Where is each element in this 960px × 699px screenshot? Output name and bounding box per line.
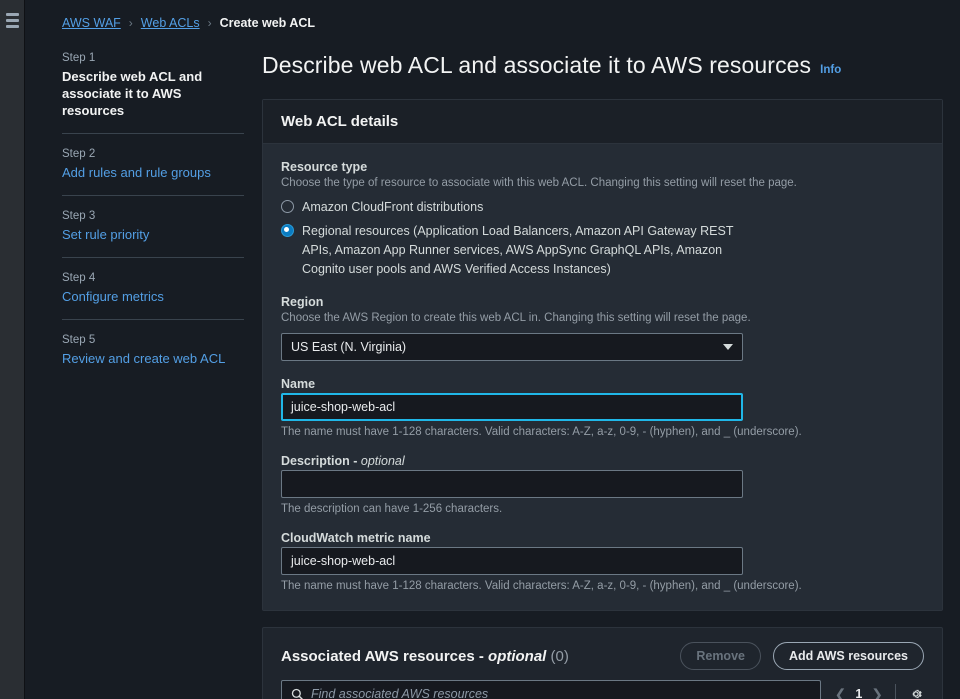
name-input[interactable]: juice-shop-web-acl xyxy=(281,393,743,421)
associated-resources-actions: Remove Add AWS resources xyxy=(680,642,924,670)
body-wrapper: Step 1 Describe web ACL and associate it… xyxy=(25,30,960,699)
associated-optional-text: optional xyxy=(488,648,546,665)
wizard-steps-sidebar: Step 1 Describe web ACL and associate it… xyxy=(62,52,262,699)
search-placeholder: Find associated AWS resources xyxy=(311,687,488,699)
region-select[interactable]: US East (N. Virginia) xyxy=(281,333,743,361)
sidebar-step-5[interactable]: Step 5 Review and create web ACL xyxy=(62,319,244,367)
breadcrumb-separator-icon: › xyxy=(129,16,133,30)
step-number: Step 4 xyxy=(62,272,244,284)
info-link[interactable]: Info xyxy=(820,64,841,76)
hamburger-menu-icon[interactable] xyxy=(0,13,25,28)
main-column: Describe web ACL and associate it to AWS… xyxy=(262,52,960,699)
divider xyxy=(895,684,896,699)
hamburger-line xyxy=(6,13,19,16)
step-number: Step 3 xyxy=(62,210,244,222)
region-description: Choose the AWS Region to create this web… xyxy=(281,311,924,326)
description-label-text: Description - xyxy=(281,454,361,468)
sidebar-step-3[interactable]: Step 3 Set rule priority xyxy=(62,195,244,243)
breadcrumb-separator-icon: › xyxy=(208,16,212,30)
page-title: Describe web ACL and associate it to AWS… xyxy=(262,52,811,79)
gear-icon[interactable] xyxy=(908,686,924,699)
panel-header: Web ACL details xyxy=(263,100,942,144)
panel-title: Web ACL details xyxy=(281,113,924,130)
add-aws-resources-button[interactable]: Add AWS resources xyxy=(773,642,924,670)
page-content: AWS WAF › Web ACLs › Create web ACL Step… xyxy=(25,0,960,699)
resource-type-description: Choose the type of resource to associate… xyxy=(281,176,924,191)
description-input[interactable] xyxy=(281,470,743,498)
breadcrumb: AWS WAF › Web ACLs › Create web ACL xyxy=(25,0,960,30)
metric-name-label: CloudWatch metric name xyxy=(281,531,924,545)
metric-name-hint: The name must have 1-128 characters. Val… xyxy=(281,580,924,592)
name-field: Name juice-shop-web-acl The name must ha… xyxy=(281,377,924,438)
aws-waf-create-web-acl-page: AWS WAF › Web ACLs › Create web ACL Step… xyxy=(0,0,960,699)
breadcrumb-item-current: Create web ACL xyxy=(220,16,315,30)
radio-option-regional[interactable]: Regional resources (Application Load Bal… xyxy=(281,222,924,279)
page-title-row: Describe web ACL and associate it to AWS… xyxy=(262,52,943,79)
associated-title-text: Associated AWS resources - xyxy=(281,648,488,665)
panel-body: Resource type Choose the type of resourc… xyxy=(263,144,942,610)
step-number: Step 2 xyxy=(62,148,244,160)
radio-option-cloudfront[interactable]: Amazon CloudFront distributions xyxy=(281,198,924,217)
associated-resources-panel: Associated AWS resources - optional (0) … xyxy=(262,627,943,699)
step-title[interactable]: Set rule priority xyxy=(62,226,244,243)
description-field: Description - optional The description c… xyxy=(281,454,924,515)
description-hint: The description can have 1-256 character… xyxy=(281,503,924,515)
description-optional-text: optional xyxy=(361,454,405,468)
chevron-right-icon[interactable]: ❯ xyxy=(871,686,883,699)
step-title: Describe web ACL and associate it to AWS… xyxy=(62,68,244,119)
name-label: Name xyxy=(281,377,924,391)
metric-name-input[interactable]: juice-shop-web-acl xyxy=(281,547,743,575)
resource-type-label: Resource type xyxy=(281,160,924,174)
radio-button-selected-icon[interactable] xyxy=(281,224,294,237)
page-number: 1 xyxy=(855,687,862,699)
chevron-down-icon xyxy=(723,344,733,350)
step-number: Step 5 xyxy=(62,334,244,346)
step-title[interactable]: Add rules and rule groups xyxy=(62,164,244,181)
associated-count: (0) xyxy=(551,648,569,665)
breadcrumb-item-aws-waf[interactable]: AWS WAF xyxy=(62,16,121,30)
search-icon xyxy=(291,688,304,699)
radio-button-icon[interactable] xyxy=(281,200,294,213)
sidebar-step-1: Step 1 Describe web ACL and associate it… xyxy=(62,52,244,119)
name-hint: The name must have 1-128 characters. Val… xyxy=(281,426,924,438)
step-title[interactable]: Configure metrics xyxy=(62,288,244,305)
sidebar-step-4[interactable]: Step 4 Configure metrics xyxy=(62,257,244,305)
associated-resources-title: Associated AWS resources - optional (0) xyxy=(281,648,569,665)
radio-label[interactable]: Amazon CloudFront distributions xyxy=(302,198,483,217)
radio-label[interactable]: Regional resources (Application Load Bal… xyxy=(302,222,742,279)
associated-resources-header: Associated AWS resources - optional (0) … xyxy=(263,628,942,680)
hamburger-line xyxy=(6,19,19,22)
region-select-value: US East (N. Virginia) xyxy=(291,340,406,354)
chevron-left-icon[interactable]: ❮ xyxy=(835,686,847,699)
left-rail xyxy=(0,0,25,699)
remove-button: Remove xyxy=(680,642,761,670)
step-number: Step 1 xyxy=(62,52,244,64)
pagination: ❮ 1 ❯ xyxy=(831,684,924,699)
region-label: Region xyxy=(281,295,924,309)
step-title[interactable]: Review and create web ACL xyxy=(62,350,244,367)
description-label: Description - optional xyxy=(281,454,924,468)
cloudwatch-metric-name-field: CloudWatch metric name juice-shop-web-ac… xyxy=(281,531,924,592)
web-acl-details-panel: Web ACL details Resource type Choose the… xyxy=(262,99,943,611)
breadcrumb-item-web-acls[interactable]: Web ACLs xyxy=(141,16,200,30)
associated-resources-toolbar: Find associated AWS resources ❮ 1 ❯ xyxy=(263,680,942,699)
search-input[interactable]: Find associated AWS resources xyxy=(281,680,821,699)
resource-type-field: Resource type Choose the type of resourc… xyxy=(281,160,924,279)
hamburger-line xyxy=(6,25,19,28)
sidebar-step-2[interactable]: Step 2 Add rules and rule groups xyxy=(62,133,244,181)
region-field: Region Choose the AWS Region to create t… xyxy=(281,295,924,361)
